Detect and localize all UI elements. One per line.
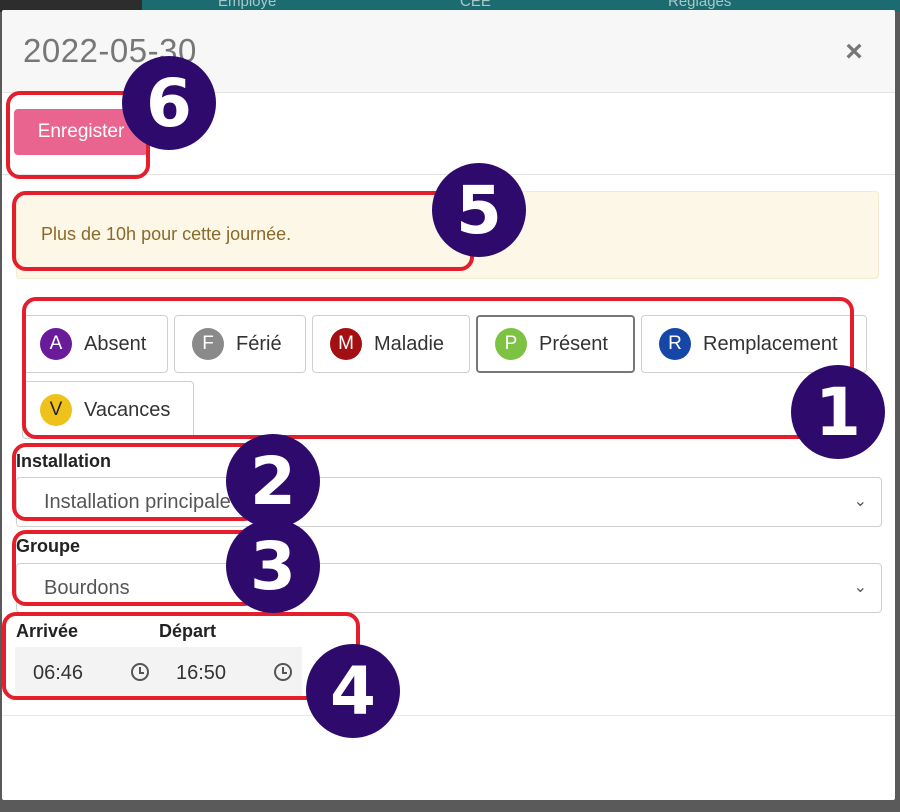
annotation-marker-4: 4 [306, 644, 400, 738]
annotation-marker-1: 1 [791, 365, 885, 459]
nav-tab-employe[interactable]: Employé [218, 0, 276, 10]
annotation-marker-3: 3 [226, 519, 320, 613]
annotation-box-5 [12, 191, 474, 271]
chevron-down-icon: ⌄ [853, 493, 867, 510]
annotation-marker-5: 5 [432, 163, 526, 257]
nav-tab-reglages[interactable]: Réglages [668, 0, 731, 10]
annotation-box-1 [22, 297, 854, 439]
annotation-marker-2: 2 [226, 434, 320, 528]
nav-tab-cee[interactable]: CEE [460, 0, 491, 10]
close-icon[interactable]: × [842, 37, 866, 67]
annotation-box-2 [12, 443, 258, 521]
modal-footer-divider [2, 715, 895, 716]
annotation-box-3 [12, 530, 258, 606]
annotation-marker-6: 6 [122, 56, 216, 150]
chevron-down-icon: ⌄ [853, 579, 867, 596]
